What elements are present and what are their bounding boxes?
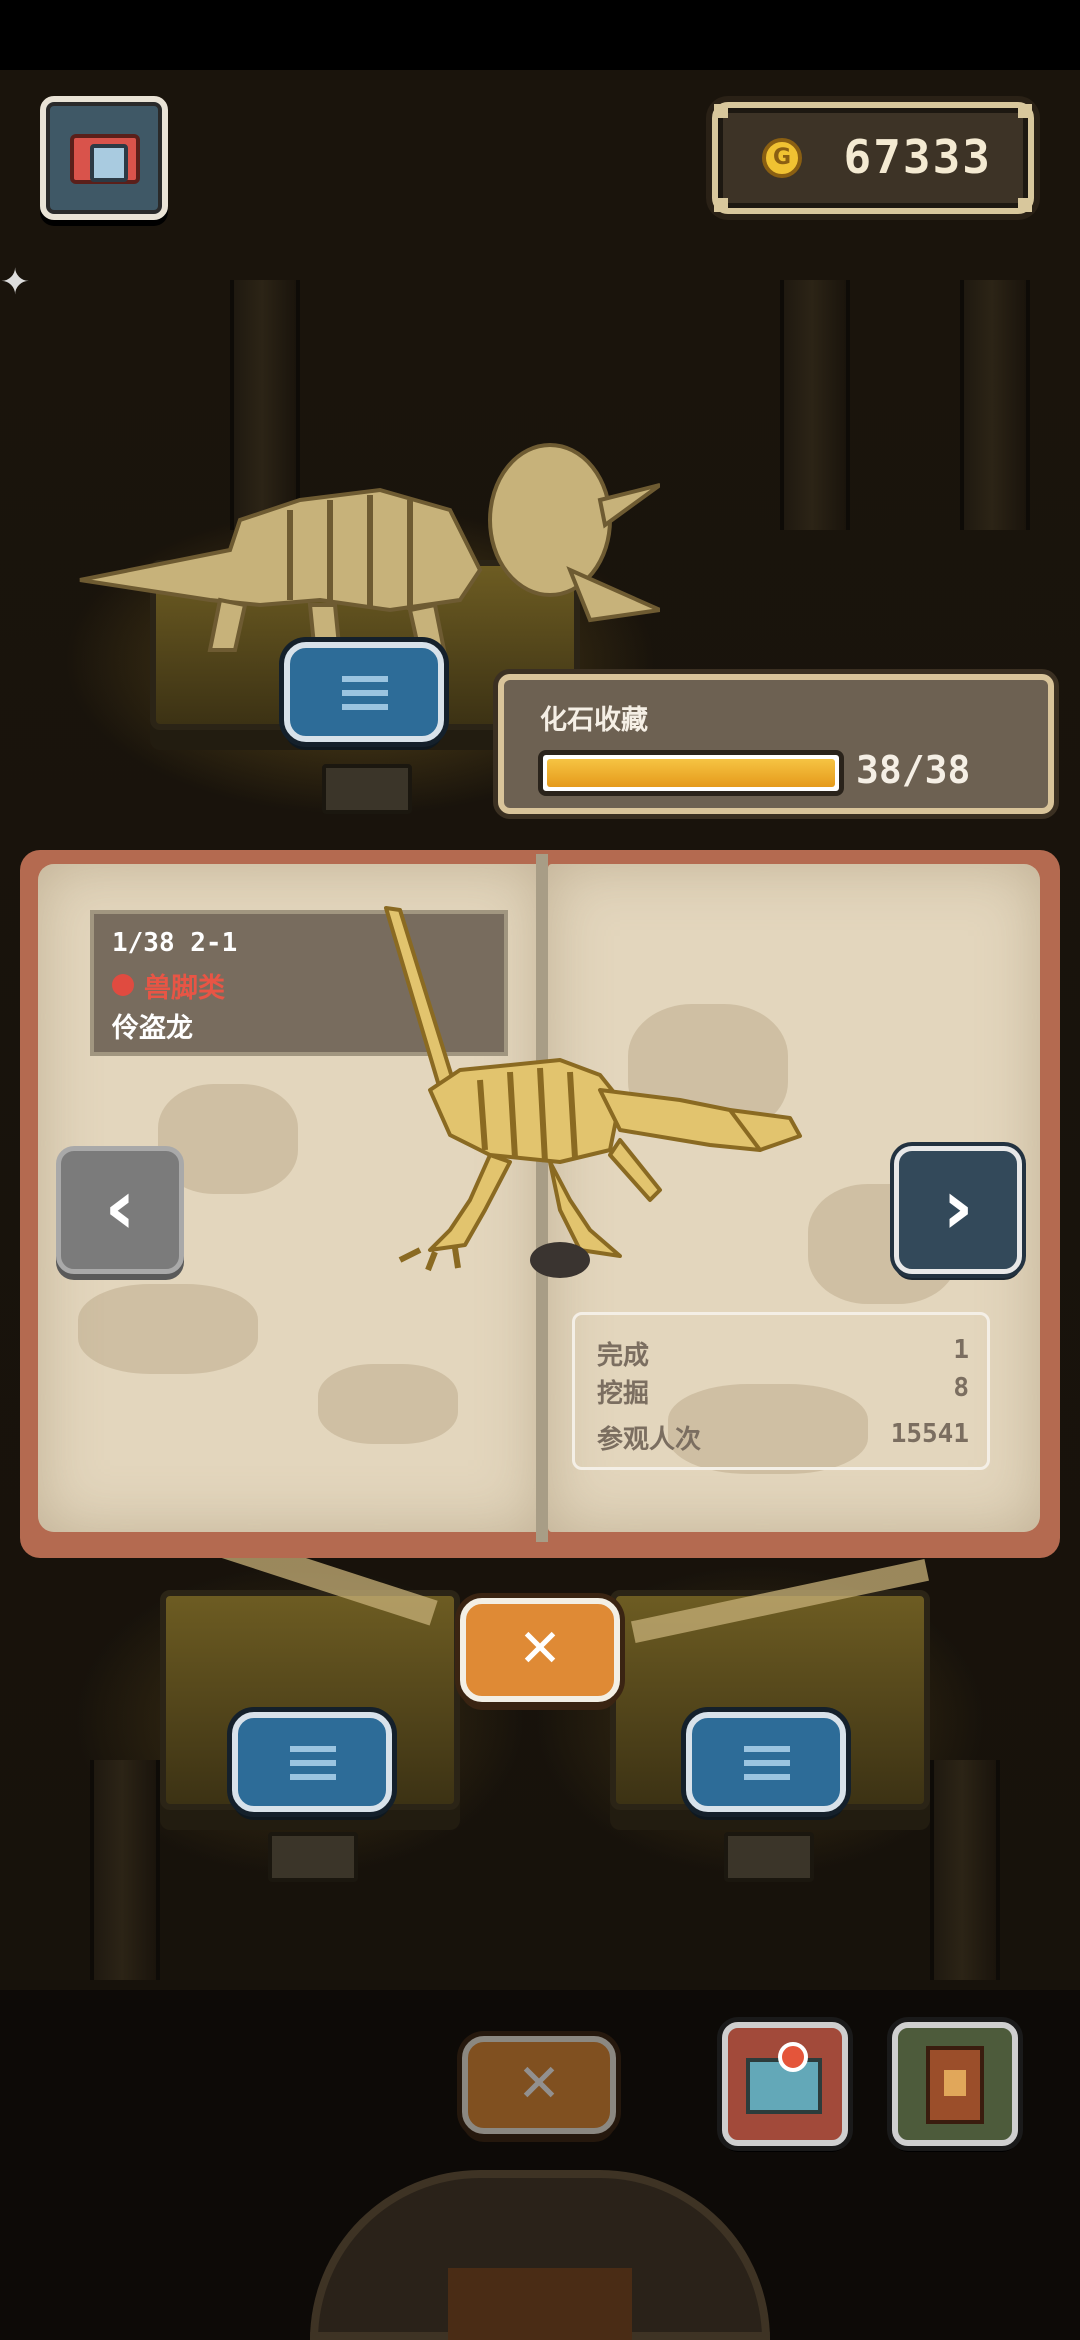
fossil-collection-panel: 化石收藏 38/38: [498, 674, 1054, 814]
museum-door: [448, 2268, 632, 2340]
coin-icon: G: [762, 138, 802, 178]
fossil-book: 1/38 2-1 兽脚类 伶盗龙 ‹ › 完成 1 挖掘 8 参观人次 1554…: [20, 850, 1060, 1558]
pillar: [90, 1760, 160, 1980]
exhibit-list-button[interactable]: [284, 642, 444, 742]
collection-count: 38/38: [856, 748, 971, 792]
corner-ornament: [1018, 198, 1032, 212]
camera-button[interactable]: [40, 96, 168, 220]
coin-balance: G 67333: [712, 102, 1034, 214]
pillar: [780, 280, 850, 530]
stat-value: 1: [953, 1335, 969, 1365]
coin-count: 67333: [843, 130, 992, 184]
previous-fossil-button[interactable]: ‹: [56, 1146, 184, 1274]
stat-value: 8: [953, 1373, 969, 1403]
stat-value: 15541: [890, 1419, 969, 1449]
pillar: [930, 1760, 1000, 1980]
exhibit-plaque: [268, 1832, 358, 1882]
map-icon: [746, 2042, 822, 2114]
museum-entrance: [310, 2170, 770, 2340]
stat-label: 参观人次: [597, 1425, 702, 1455]
exhibit-plaque: [724, 1832, 814, 1882]
corner-ornament: [714, 104, 728, 118]
list-icon: [290, 1746, 336, 1780]
next-fossil-button[interactable]: ›: [894, 1146, 1022, 1274]
category-dot-icon: [112, 974, 134, 996]
fossil-stats-panel: 完成 1 挖掘 8 参观人次 15541: [572, 1312, 990, 1470]
pillar: [960, 280, 1030, 530]
collection-progress-bar: [538, 750, 844, 796]
fossil-index: 1/38 2-1: [112, 928, 238, 958]
map-button[interactable]: [722, 2022, 848, 2146]
fossil-category: 兽脚类: [144, 973, 225, 1004]
exhibit-list-button[interactable]: [232, 1712, 392, 1812]
stat-label: 完成: [597, 1341, 650, 1371]
collection-progress-fill: [547, 759, 835, 787]
stat-row-excavated: 挖掘 8: [597, 1373, 969, 1413]
stat-row-visitors: 参观人次 15541: [597, 1419, 969, 1459]
close-book-button[interactable]: ✕: [460, 1598, 620, 1702]
puzzle-icon[interactable]: ✦: [0, 262, 36, 304]
fossil-name: 伶盗龙: [112, 1013, 193, 1044]
exhibit-list-button[interactable]: [686, 1712, 846, 1812]
corner-ornament: [714, 198, 728, 212]
triceratops-fossil: [79, 443, 660, 657]
stat-label: 挖掘: [597, 1379, 650, 1409]
velociraptor-fossil: [384, 906, 802, 1278]
list-icon: [744, 1746, 790, 1780]
corner-ornament: [1018, 104, 1032, 118]
close-edit-button[interactable]: ✕: [462, 2036, 616, 2134]
exhibit-plaque: [322, 764, 412, 814]
list-icon: [342, 676, 388, 710]
camera-icon: [70, 134, 140, 184]
collection-title: 化石收藏: [540, 705, 648, 736]
fossil-book-button[interactable]: [892, 2022, 1018, 2146]
book-icon: [926, 2046, 984, 2124]
stat-row-completed: 完成 1: [597, 1335, 969, 1375]
